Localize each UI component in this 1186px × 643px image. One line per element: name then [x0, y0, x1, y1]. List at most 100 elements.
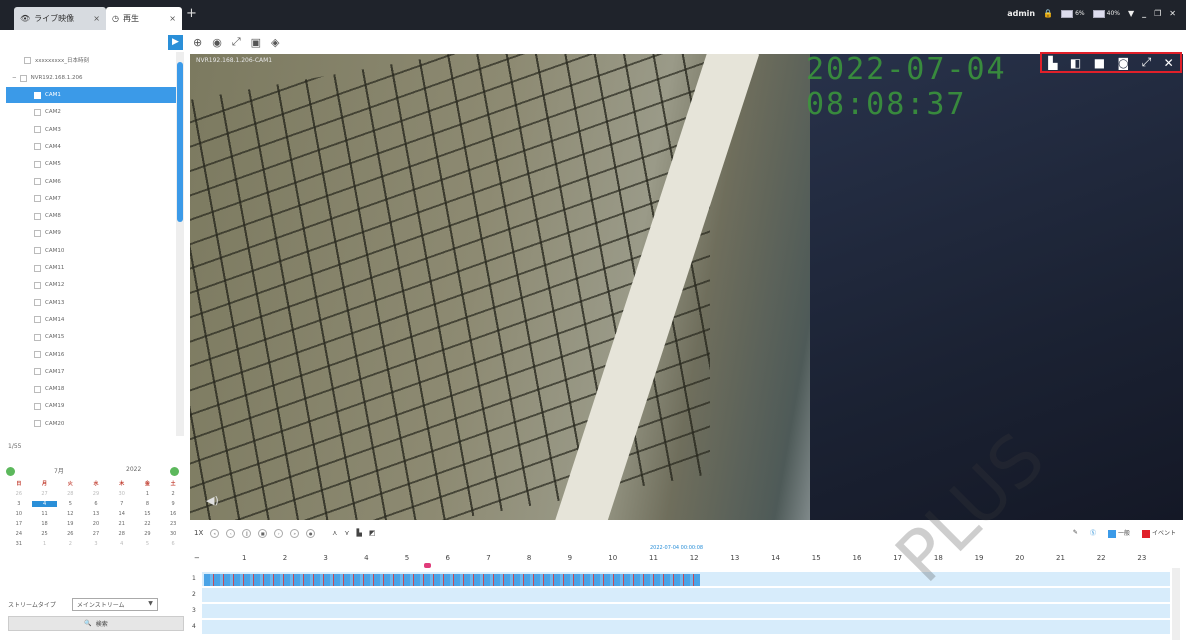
fullscreen-icon[interactable]: ⤢	[232, 35, 241, 49]
tree-item-camera[interactable]: CAM3	[6, 122, 176, 138]
timeline[interactable]: − 2022-07-04 00:00:08 1 2 3 4 5 6 7 8 9 10 11 12 13 1…	[190, 544, 1186, 643]
checkbox[interactable]	[34, 333, 41, 341]
calendar-day[interactable]: 19	[57, 521, 83, 527]
calendar-day[interactable]: 27	[32, 491, 58, 497]
checkbox[interactable]	[34, 281, 41, 289]
tree-item-camera[interactable]: CAM20	[6, 416, 176, 432]
tag-icon[interactable]: ◧	[1070, 56, 1081, 70]
calendar-day[interactable]: 3	[83, 541, 109, 547]
step-forward-icon[interactable]: ›	[274, 528, 284, 538]
calendar-day[interactable]: 11	[32, 511, 58, 517]
tree-item-camera[interactable]: CAM6	[6, 174, 176, 190]
close-window-icon[interactable]: ✕	[1169, 9, 1176, 18]
sidebar-toggle-icon[interactable]: ▶	[168, 34, 183, 50]
calendar-day[interactable]: 28	[109, 531, 135, 537]
fullscreen-icon[interactable]: ⤢	[1142, 55, 1152, 70]
search-button[interactable]: 🔍 検索	[8, 616, 184, 631]
menu-icon[interactable]: ▼	[1128, 9, 1134, 18]
rewind-icon[interactable]: «	[210, 528, 220, 538]
step-back-icon[interactable]: ‹	[226, 528, 236, 538]
calendar-day[interactable]: 31	[6, 541, 32, 547]
checkbox[interactable]	[34, 299, 41, 307]
calendar-day[interactable]: 5	[135, 541, 161, 547]
record-icon[interactable]: ■	[1094, 56, 1105, 70]
close-icon[interactable]: ×	[169, 14, 176, 23]
tree-item-camera[interactable]: CAM18	[6, 381, 176, 397]
record-dot-icon[interactable]: ●	[306, 528, 316, 538]
calendar-day[interactable]: 23	[160, 521, 186, 527]
close-icon[interactable]: ✕	[1164, 56, 1174, 70]
download-icon[interactable]: ◩	[369, 529, 376, 537]
checkbox[interactable]	[34, 195, 41, 203]
calendar-day[interactable]: 18	[32, 521, 58, 527]
calendar-day[interactable]: 28	[57, 491, 83, 497]
clip-icon[interactable]: ▙	[357, 529, 362, 537]
timeline-track[interactable]	[202, 588, 1170, 603]
calendar-day[interactable]: 1	[32, 541, 58, 547]
tab-live-view[interactable]: 👁 ライブ映像 ×	[14, 7, 106, 30]
clip-icon[interactable]: ▙	[1048, 56, 1057, 70]
tree-item-camera[interactable]: CAM17	[6, 364, 176, 380]
checkbox[interactable]	[34, 91, 41, 99]
calendar-day[interactable]: 30	[109, 491, 135, 497]
next-month-icon[interactable]	[170, 467, 179, 476]
timeline-track[interactable]	[202, 604, 1170, 619]
calendar-day[interactable]: 6	[83, 501, 109, 507]
calendar-day[interactable]: 6	[160, 541, 186, 547]
tree-item-camera[interactable]: CAM1	[6, 87, 176, 103]
checkbox[interactable]	[34, 229, 41, 237]
stop-icon[interactable]: ■	[258, 528, 268, 538]
checkbox[interactable]	[34, 420, 41, 428]
checkbox[interactable]	[34, 247, 41, 255]
checkbox[interactable]	[34, 264, 41, 272]
tree-scroll-thumb[interactable]	[177, 62, 183, 222]
tree-item-camera[interactable]: CAM11	[6, 260, 176, 276]
calendar-day[interactable]: 1	[135, 491, 161, 497]
calendar-day[interactable]: 27	[83, 531, 109, 537]
timeline-cursor[interactable]	[424, 563, 431, 568]
calendar-day[interactable]: 30	[160, 531, 186, 537]
timeline-track[interactable]	[202, 620, 1170, 635]
stream-type-select[interactable]: メインストリーム ▼	[71, 597, 158, 611]
audio-icon[interactable]: ◀)	[206, 494, 219, 507]
calendar-day[interactable]: 10	[6, 511, 32, 517]
calendar-day[interactable]: 4	[109, 541, 135, 547]
calendar-day[interactable]: 20	[83, 521, 109, 527]
checkbox[interactable]	[34, 212, 41, 220]
tree-item-camera[interactable]: CAM7	[6, 191, 176, 207]
calendar-day[interactable]: 8	[135, 501, 161, 507]
restore-icon[interactable]: ❐	[1154, 9, 1161, 18]
tree-item-root-top[interactable]: xxxxxxxxx_日本時刻	[6, 52, 176, 68]
calendar-day[interactable]: 7	[109, 501, 135, 507]
tree-item-camera[interactable]: CAM12	[6, 277, 176, 293]
tree-item-camera[interactable]: CAM5	[6, 156, 176, 172]
calendar-day[interactable]: 29	[135, 531, 161, 537]
tree-item-camera[interactable]: CAM19	[6, 398, 176, 414]
calendar-day[interactable]: 12	[57, 511, 83, 517]
calendar-day[interactable]: 5	[57, 501, 83, 507]
checkbox[interactable]	[34, 385, 41, 393]
tree-item-camera[interactable]: CAM10	[6, 243, 176, 259]
tab-playback[interactable]: ◷ 再生 ×	[106, 7, 182, 30]
zoom-icon[interactable]: ⊕	[193, 36, 202, 49]
calendar-day[interactable]: 17	[6, 521, 32, 527]
calendar-day[interactable]: 2	[57, 541, 83, 547]
tree-item-camera[interactable]: CAM2	[6, 104, 176, 120]
settings-icon[interactable]: ◈	[271, 36, 279, 49]
lock-icon[interactable]: 🔒	[1043, 9, 1053, 18]
sync-icon[interactable]: Ⓢ	[1090, 528, 1096, 537]
close-icon[interactable]: ×	[93, 14, 100, 23]
wrench-icon[interactable]: ✎	[1073, 529, 1078, 536]
tree-item-camera[interactable]: CAM13	[6, 295, 176, 311]
calendar-day[interactable]: 2	[160, 491, 186, 497]
calendar-day[interactable]: 3	[6, 501, 32, 507]
calendar-day[interactable]: 15	[135, 511, 161, 517]
calendar-day[interactable]: 13	[83, 511, 109, 517]
zoom-out-icon[interactable]: ⋎	[344, 529, 349, 537]
checkbox[interactable]	[34, 160, 41, 168]
checkbox[interactable]	[34, 368, 41, 376]
camera-icon[interactable]: ▣	[251, 36, 261, 49]
checkbox[interactable]	[34, 402, 41, 410]
calendar-day[interactable]: 9	[160, 501, 186, 507]
checkbox[interactable]	[24, 56, 31, 64]
